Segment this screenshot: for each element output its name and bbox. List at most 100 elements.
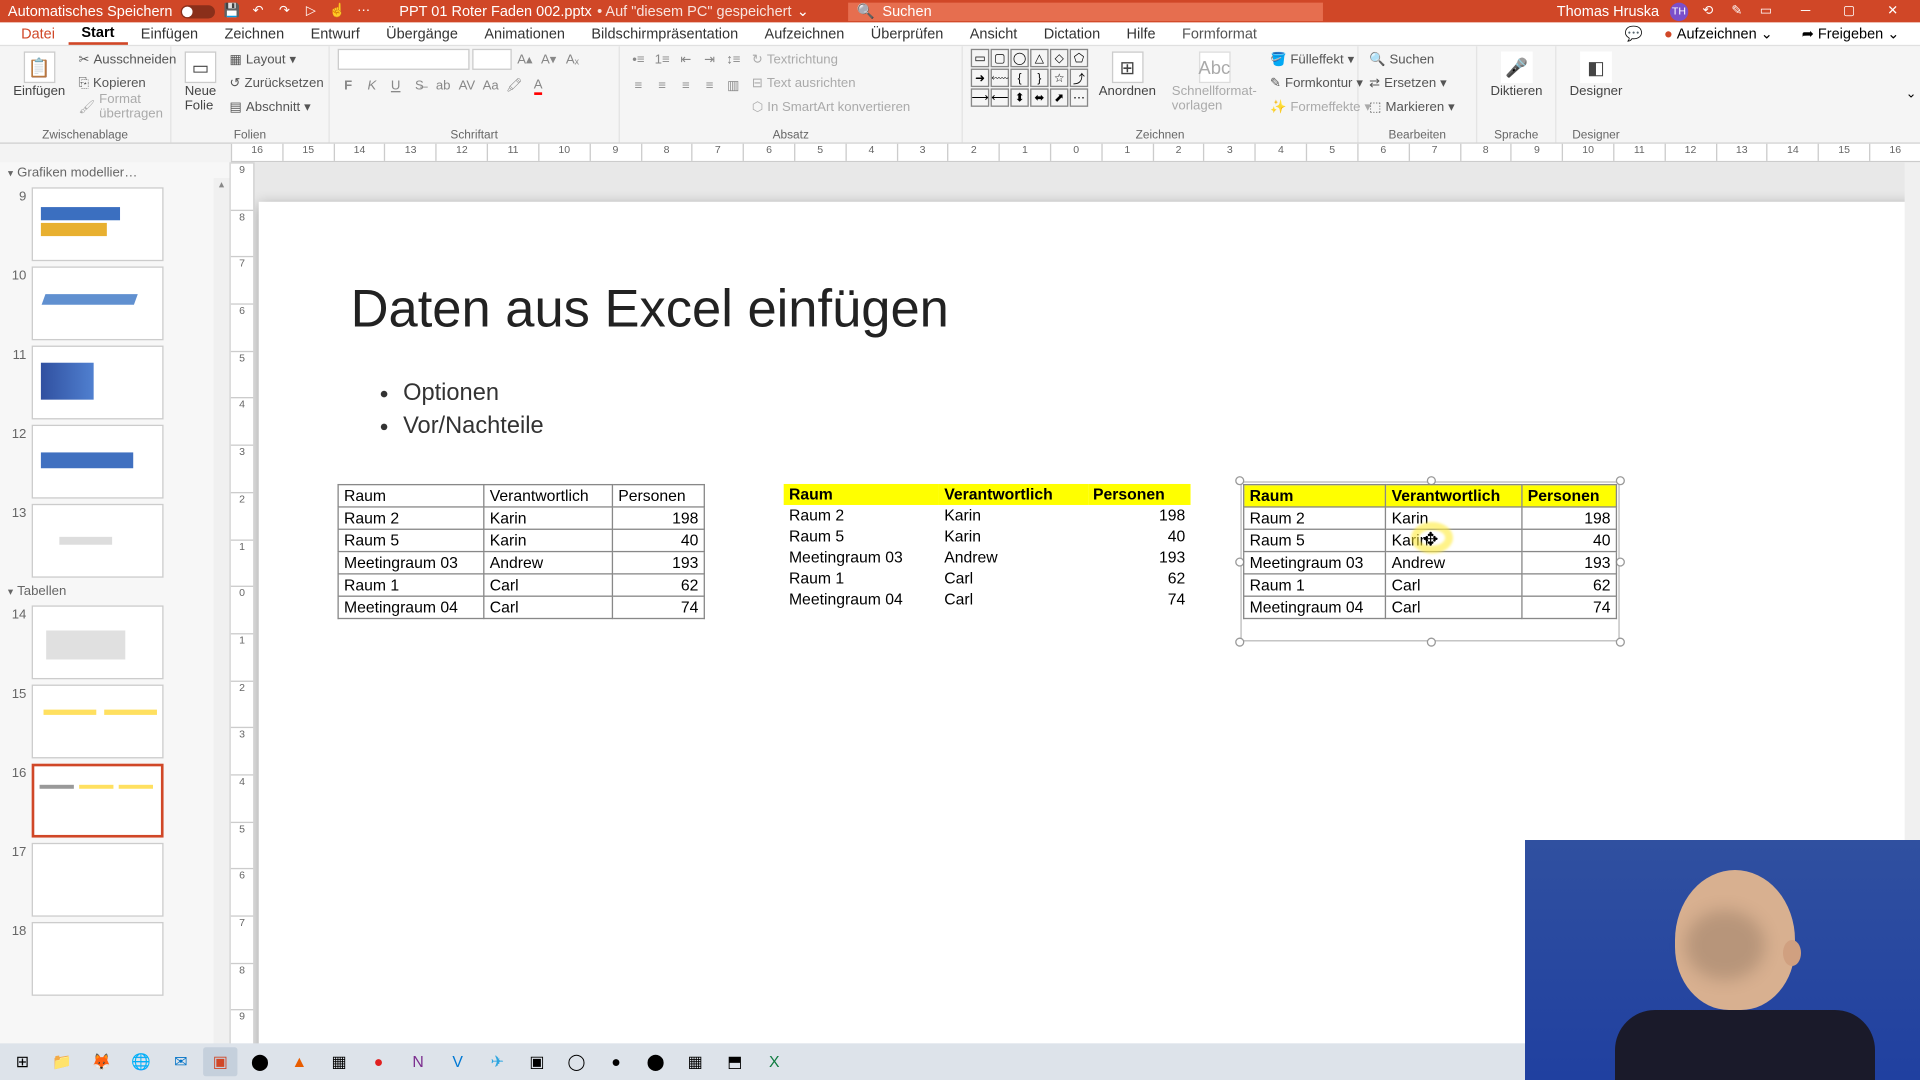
powerpoint-icon[interactable]: ▣ [203, 1047, 237, 1076]
reset-button[interactable]: ↺Zurücksetzen [227, 73, 326, 94]
tab-draw[interactable]: Zeichnen [211, 22, 297, 44]
layout-button[interactable]: ▦Layout▾ [227, 49, 326, 70]
tab-home[interactable]: Start [68, 22, 127, 44]
line-spacing-icon[interactable]: ↕≡ [723, 49, 744, 70]
thumb-slide-9[interactable] [32, 187, 164, 261]
user-avatar[interactable]: TH [1670, 2, 1688, 20]
tab-insert[interactable]: Einfügen [128, 22, 212, 44]
case-icon[interactable]: Aa [480, 75, 501, 96]
title-dropdown-icon[interactable]: ⌄ [797, 3, 809, 20]
arrange-button[interactable]: ⊞Anordnen [1093, 49, 1161, 102]
tab-dictation[interactable]: Dictation [1031, 22, 1114, 44]
vscode-icon[interactable]: V [441, 1047, 475, 1076]
chrome-icon[interactable]: 🌐 [124, 1047, 158, 1076]
thumb-scrollbar[interactable]: ▴▾ [214, 178, 230, 1056]
clear-format-icon[interactable]: Aₓ [562, 49, 583, 70]
autosave-toggle[interactable] [180, 5, 214, 18]
thumb-slide-13[interactable] [32, 504, 164, 578]
select-button[interactable]: ⬚Markieren▾ [1366, 96, 1457, 117]
tab-design[interactable]: Entwurf [297, 22, 373, 44]
tab-file[interactable]: Datei [8, 22, 68, 44]
excel-icon[interactable]: X [757, 1047, 791, 1076]
underline-icon[interactable]: U [385, 75, 406, 96]
shadow-icon[interactable]: ab [433, 75, 454, 96]
replace-button[interactable]: ⇄Ersetzen▾ [1366, 73, 1457, 94]
app-icon-3[interactable]: ● [361, 1047, 395, 1076]
app-icon-6[interactable]: ● [599, 1047, 633, 1076]
tab-shapeformat[interactable]: Formformat [1169, 22, 1270, 44]
tab-slideshow[interactable]: Bildschirmpräsentation [578, 22, 751, 44]
smartart-button[interactable]: ⬡In SmartArt konvertieren [749, 96, 913, 117]
app-icon-8[interactable]: ▦ [678, 1047, 712, 1076]
undo-icon[interactable]: ↶ [249, 2, 267, 20]
spacing-icon[interactable]: AV [456, 75, 477, 96]
bullets-icon[interactable]: •≡ [628, 49, 649, 70]
tab-view[interactable]: Ansicht [957, 22, 1031, 44]
vlc-icon[interactable]: ▲ [282, 1047, 316, 1076]
start-icon[interactable]: ⊞ [5, 1047, 39, 1076]
app-icon-9[interactable]: ⬒ [718, 1047, 752, 1076]
sync-icon[interactable]: ⟲ [1699, 2, 1717, 20]
thumb-slide-15[interactable] [32, 685, 164, 759]
thumbnail-pane[interactable]: Grafiken modellier… 9 10 11 12 13 Tabell… [0, 162, 231, 1056]
tab-transitions[interactable]: Übergänge [373, 22, 471, 44]
inking-icon[interactable]: ✎ [1728, 2, 1746, 20]
app-icon-5[interactable]: ◯ [559, 1047, 593, 1076]
font-size-input[interactable] [472, 49, 512, 70]
text-direction-button[interactable]: ↻Textrichtung [749, 49, 913, 70]
search-box[interactable]: 🔍 Suchen [849, 2, 1324, 20]
slide-bullets[interactable]: Optionen Vor/Nachteile [377, 379, 544, 445]
thumb-slide-14[interactable] [32, 605, 164, 679]
align-center-icon[interactable]: ≡ [652, 75, 673, 96]
align-right-icon[interactable]: ≡ [675, 75, 696, 96]
redo-icon[interactable]: ↷ [275, 2, 293, 20]
shrink-font-icon[interactable]: A▾ [538, 49, 559, 70]
quickstyles-button[interactable]: AbcSchnellformat- vorlagen [1166, 49, 1262, 116]
ribbon-options-icon[interactable]: ▭ [1757, 2, 1775, 20]
slide-title[interactable]: Daten aus Excel einfügen [351, 281, 949, 340]
table-a[interactable]: RaumVerantwortlichPersonenRaum 2Karin198… [337, 484, 704, 619]
qat-more-icon[interactable]: ⋯ [354, 2, 372, 20]
tab-help[interactable]: Hilfe [1113, 22, 1168, 44]
section-header-1[interactable]: Grafiken modellier… [0, 162, 230, 184]
tab-animations[interactable]: Animationen [471, 22, 578, 44]
new-slide-button[interactable]: ▭Neue Folie [179, 49, 221, 116]
copy-button[interactable]: ⎘Kopieren [76, 73, 179, 94]
telegram-icon[interactable]: ✈ [480, 1047, 514, 1076]
touch-icon[interactable]: ☝ [328, 2, 346, 20]
strike-icon[interactable]: S̶ [409, 75, 430, 96]
designer-button[interactable]: ◧Designer [1564, 49, 1627, 102]
cut-button[interactable]: ✂Ausschneiden [76, 49, 179, 70]
onenote-icon[interactable]: N [401, 1047, 435, 1076]
grow-font-icon[interactable]: A▴ [514, 49, 535, 70]
font-color-icon[interactable]: A [528, 75, 549, 96]
record-button[interactable]: Aufzeichnen⌄ [1656, 25, 1781, 42]
find-button[interactable]: 🔍Suchen [1366, 49, 1457, 70]
section-button[interactable]: ▤Abschnitt▾ [227, 96, 326, 117]
indent-dec-icon[interactable]: ⇤ [675, 49, 696, 70]
align-text-button[interactable]: ⊟Text ausrichten [749, 73, 913, 94]
tab-record[interactable]: Aufzeichnen [751, 22, 857, 44]
app-icon-2[interactable]: ▦ [322, 1047, 356, 1076]
dictate-button[interactable]: 🎤Diktieren [1485, 49, 1548, 102]
highlight-icon[interactable]: 🖍 [504, 75, 525, 96]
share-button[interactable]: ➦Freigeben⌄ [1794, 25, 1907, 42]
collapse-ribbon-icon[interactable]: ⌄ [1902, 46, 1920, 142]
shapes-gallery[interactable]: ▭▢◯△◇⬠ ➜⬳{}☆⤴ ⟶⟵⬍⬌⬈⋯ [971, 49, 1088, 107]
app-icon-1[interactable]: ⬤ [243, 1047, 277, 1076]
section-header-2[interactable]: Tabellen [0, 580, 230, 602]
app-icon-4[interactable]: ▣ [520, 1047, 554, 1076]
save-icon[interactable]: 💾 [223, 2, 241, 20]
from-start-icon[interactable]: ▷ [302, 2, 320, 20]
numbering-icon[interactable]: 1≡ [652, 49, 673, 70]
thumb-slide-12[interactable] [32, 425, 164, 499]
bold-icon[interactable]: F [338, 75, 359, 96]
paste-button[interactable]: 📋Einfügen [8, 49, 71, 102]
font-family-input[interactable] [338, 49, 470, 70]
outlook-icon[interactable]: ✉ [164, 1047, 198, 1076]
indent-inc-icon[interactable]: ⇥ [699, 49, 720, 70]
columns-icon[interactable]: ▥ [723, 75, 744, 96]
justify-icon[interactable]: ≡ [699, 75, 720, 96]
format-painter-button[interactable]: 🖌Format übertragen [76, 96, 179, 117]
thumb-slide-11[interactable] [32, 346, 164, 420]
